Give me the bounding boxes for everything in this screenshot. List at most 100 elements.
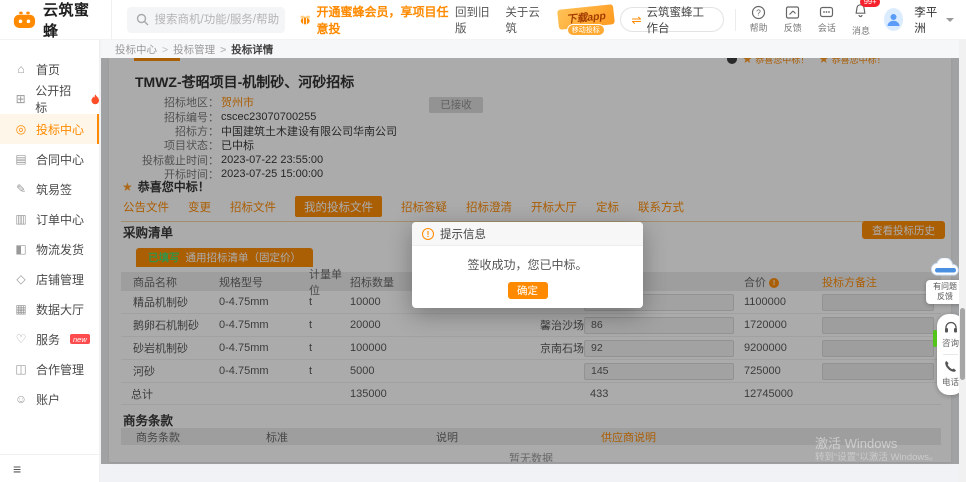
phone-label[interactable]: 电话 xyxy=(942,376,959,388)
sidebar-item-public-bidding[interactable]: 公开招标 xyxy=(0,84,99,114)
prompt-modal: 提示信息 签收成功，您已中标。 确定 xyxy=(412,222,643,308)
top-header: 云筑蜜蜂 开通蜜蜂会员，享项目任意投 回到旧版 关于云筑 下载app xyxy=(0,0,966,40)
avatar[interactable] xyxy=(884,8,904,31)
feedback-label: 反馈 xyxy=(784,21,802,34)
chat-button[interactable]: 会话 xyxy=(815,5,838,34)
sidebar-label: 合作管理 xyxy=(36,361,84,378)
download-app-badge[interactable]: 下载app 移动投标 xyxy=(558,5,608,35)
sidebar-item-logistics[interactable]: 物流发货 xyxy=(0,234,99,264)
sidebar-label: 合同中心 xyxy=(36,151,84,168)
help-button[interactable]: ? 帮助 xyxy=(747,5,770,34)
sidebar-item-home[interactable]: 首页 xyxy=(0,54,99,84)
header-divider xyxy=(735,9,736,31)
bee-icon xyxy=(299,14,311,26)
app-window: 云筑蜜蜂 开通蜜蜂会员，享项目任意投 回到旧版 关于云筑 下载app xyxy=(0,0,966,482)
sidebar-footer: ≡ xyxy=(0,454,99,482)
windows-watermark: 激活 Windows 转到“设置”以激活 Windows。 xyxy=(815,436,939,463)
help-label: 帮助 xyxy=(750,21,768,34)
cooperation-icon xyxy=(14,362,28,376)
sidebar-label: 账户 xyxy=(36,391,60,408)
member-promo-text: 开通蜜蜂会员，享项目任意投 xyxy=(317,3,456,37)
messages-label: 消息 xyxy=(852,24,870,37)
bell-wrapper: 99+ xyxy=(853,3,868,23)
sidebar-item-services[interactable]: 服务 new xyxy=(0,324,99,354)
new-badge: new xyxy=(70,334,90,344)
esign-icon xyxy=(14,182,28,196)
page-scrollbar[interactable] xyxy=(959,40,966,482)
sidebar-label: 公开招标 xyxy=(35,82,80,116)
chat-label: 会话 xyxy=(818,21,836,34)
watermark-line1: 激活 Windows xyxy=(815,436,939,452)
message-count-badge: 99+ xyxy=(860,0,881,7)
home-icon xyxy=(14,62,28,76)
sidebar-item-contract-center[interactable]: 合同中心 xyxy=(0,144,99,174)
confirm-button[interactable]: 确定 xyxy=(508,282,548,299)
fire-icon xyxy=(91,94,99,105)
consult-label[interactable]: 咨询 xyxy=(942,337,959,349)
chat-icon xyxy=(819,5,834,20)
widget-divider xyxy=(943,354,958,355)
data-hall-icon xyxy=(14,302,28,316)
sidebar-item-esign[interactable]: 筑易签 xyxy=(0,174,99,204)
feedback-button[interactable]: 反馈 xyxy=(781,5,804,34)
member-promo-link[interactable]: 开通蜜蜂会员，享项目任意投 xyxy=(299,3,455,37)
breadcrumb-bid-detail: 投标详情 xyxy=(215,42,273,57)
header-divider xyxy=(111,0,112,40)
contract-icon xyxy=(14,152,28,166)
breadcrumb-bid-management[interactable]: 投标管理 xyxy=(157,42,215,57)
about-link[interactable]: 关于云筑 xyxy=(505,4,544,36)
sidebar-item-cooperation[interactable]: 合作管理 xyxy=(0,354,99,384)
collapse-sidebar-icon[interactable]: ≡ xyxy=(13,461,21,477)
robot-logo-icon xyxy=(13,9,36,31)
global-search[interactable] xyxy=(127,7,286,33)
sidebar-label: 订单中心 xyxy=(36,211,84,228)
switch-icon: ⇌ xyxy=(631,13,641,27)
user-name: 李平洲 xyxy=(914,4,942,36)
sidebar-label: 服务 xyxy=(36,331,60,348)
sidebar-item-order-center[interactable]: 订单中心 xyxy=(0,204,99,234)
sidebar-nav: 首页 公开招标 投标中心 合同中心 筑易签 订单中心 物流发货 店铺管理 数据大… xyxy=(0,40,100,482)
sidebar-item-data-hall[interactable]: 数据大厅 xyxy=(0,294,99,324)
sidebar-item-account[interactable]: 账户 xyxy=(0,384,99,414)
feedback-line1: 有问题 xyxy=(928,282,962,292)
search-input[interactable] xyxy=(127,7,286,33)
user-menu[interactable]: 李平洲 xyxy=(914,4,954,36)
phone-icon xyxy=(944,360,957,373)
online-indicator xyxy=(933,330,937,347)
chevron-down-icon xyxy=(946,18,954,22)
messages-button[interactable]: 99+ 消息 xyxy=(849,3,872,37)
modal-title: 提示信息 xyxy=(440,226,486,242)
workbench-label: 云筑蜜蜂工作台 xyxy=(647,4,714,36)
modal-message: 签收成功，您已中标。 xyxy=(412,246,643,282)
order-icon xyxy=(14,212,28,226)
search-icon xyxy=(136,13,149,26)
sidebar-item-bid-center[interactable]: 投标中心 xyxy=(0,114,99,144)
bid-center-icon xyxy=(14,122,28,136)
watermark-line2: 转到“设置”以激活 Windows。 xyxy=(815,452,939,463)
breadcrumb-bid-center[interactable]: 投标中心 xyxy=(115,42,157,57)
feedback-icon xyxy=(785,5,800,20)
scrollbar-thumb[interactable] xyxy=(960,308,965,380)
user-icon xyxy=(886,12,901,27)
logistics-icon xyxy=(14,242,28,256)
feedback-line2: 反馈 xyxy=(928,292,962,302)
brand-name: 云筑蜜蜂 xyxy=(43,0,98,41)
sidebar-item-shop[interactable]: 店铺管理 xyxy=(0,264,99,294)
help-icon: ? xyxy=(751,5,766,20)
header-actions: 回到旧版 关于云筑 下载app 移动投标 ⇌ 云筑蜜蜂工作台 ? 帮助 xyxy=(455,3,966,37)
modal-footer: 确定 xyxy=(412,282,643,308)
brand-logo[interactable]: 云筑蜜蜂 xyxy=(0,0,111,40)
sidebar-label: 物流发货 xyxy=(36,241,84,258)
headset-icon xyxy=(944,321,958,334)
sidebar-label: 投标中心 xyxy=(36,121,84,138)
sidebar-label: 筑易签 xyxy=(36,181,72,198)
account-icon xyxy=(14,392,28,406)
workbench-button[interactable]: ⇌ 云筑蜜蜂工作台 xyxy=(620,7,724,32)
modal-header: 提示信息 xyxy=(412,222,643,246)
svg-text:?: ? xyxy=(756,7,761,17)
warning-circle-icon xyxy=(422,228,434,240)
sidebar-label: 数据大厅 xyxy=(36,301,84,318)
service-icon xyxy=(14,332,28,346)
cloud-icon xyxy=(929,258,961,278)
old-version-link[interactable]: 回到旧版 xyxy=(455,4,494,36)
